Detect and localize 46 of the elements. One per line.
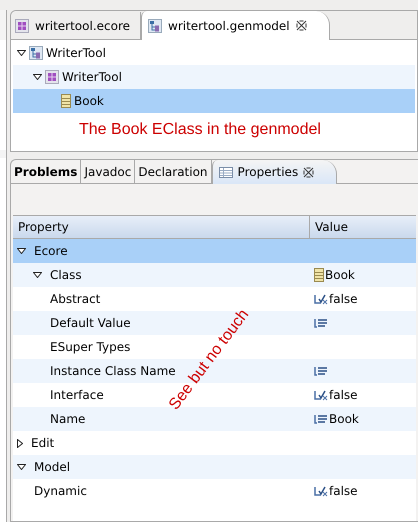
expanded-triangle-icon[interactable] (17, 50, 26, 56)
property-name[interactable]: Class (50, 266, 82, 284)
view-tab[interactable]: Javadoc (81, 160, 136, 184)
column-header[interactable]: Property (13, 216, 310, 238)
checkbox-value-icon (314, 389, 328, 401)
expanded-triangle-icon[interactable] (33, 74, 42, 80)
property-value: Book (329, 411, 359, 428)
property-name[interactable]: Model (34, 458, 70, 476)
property-name[interactable]: Interface (50, 386, 104, 404)
grid-package-icon (45, 70, 59, 84)
property-name[interactable]: ESuper Types (50, 338, 130, 356)
text-value-icon (314, 366, 328, 376)
expanded-triangle-icon[interactable] (17, 248, 26, 254)
close-icon[interactable] (303, 166, 314, 178)
property-name[interactable]: Abstract (50, 290, 100, 308)
expanded-triangle-icon[interactable] (33, 272, 42, 278)
class-box-icon (61, 94, 71, 108)
checkbox-value-icon (314, 293, 328, 305)
tree-diagram-icon (148, 18, 162, 32)
collapsed-triangle-icon[interactable] (17, 438, 23, 448)
tree-item[interactable]: Book (13, 89, 415, 113)
property-name[interactable]: Name (50, 410, 86, 428)
grid-package-icon (15, 19, 29, 33)
property-value: false (329, 387, 358, 404)
editor-tab[interactable]: writertool.ecore (11, 12, 142, 40)
checkbox-value-icon (314, 485, 328, 497)
tree-diagram-icon (29, 46, 43, 60)
editor-tab[interactable]: writertool.genmodel (141, 11, 330, 40)
view-tab[interactable]: Problems (11, 160, 82, 184)
property-value: false (329, 291, 358, 308)
text-value-icon (314, 318, 328, 328)
property-value: Book (325, 267, 355, 284)
expanded-triangle-icon[interactable] (17, 464, 26, 470)
close-icon[interactable] (296, 20, 307, 31)
property-name[interactable]: Ecore (34, 242, 68, 260)
property-name[interactable]: Edit (31, 434, 54, 452)
text-value-icon (314, 414, 328, 424)
property-value: false (329, 483, 358, 500)
tree-item[interactable]: WriterTool (13, 65, 415, 89)
property-name[interactable]: Dynamic (34, 482, 87, 500)
class-box-icon (314, 268, 324, 282)
table-icon (218, 166, 233, 178)
column-header[interactable]: Value (310, 216, 416, 238)
view-tab[interactable]: Properties (212, 160, 338, 184)
property-name[interactable]: Default Value (50, 314, 131, 332)
annotation-text: The Book EClass in the genmodel (79, 120, 321, 140)
